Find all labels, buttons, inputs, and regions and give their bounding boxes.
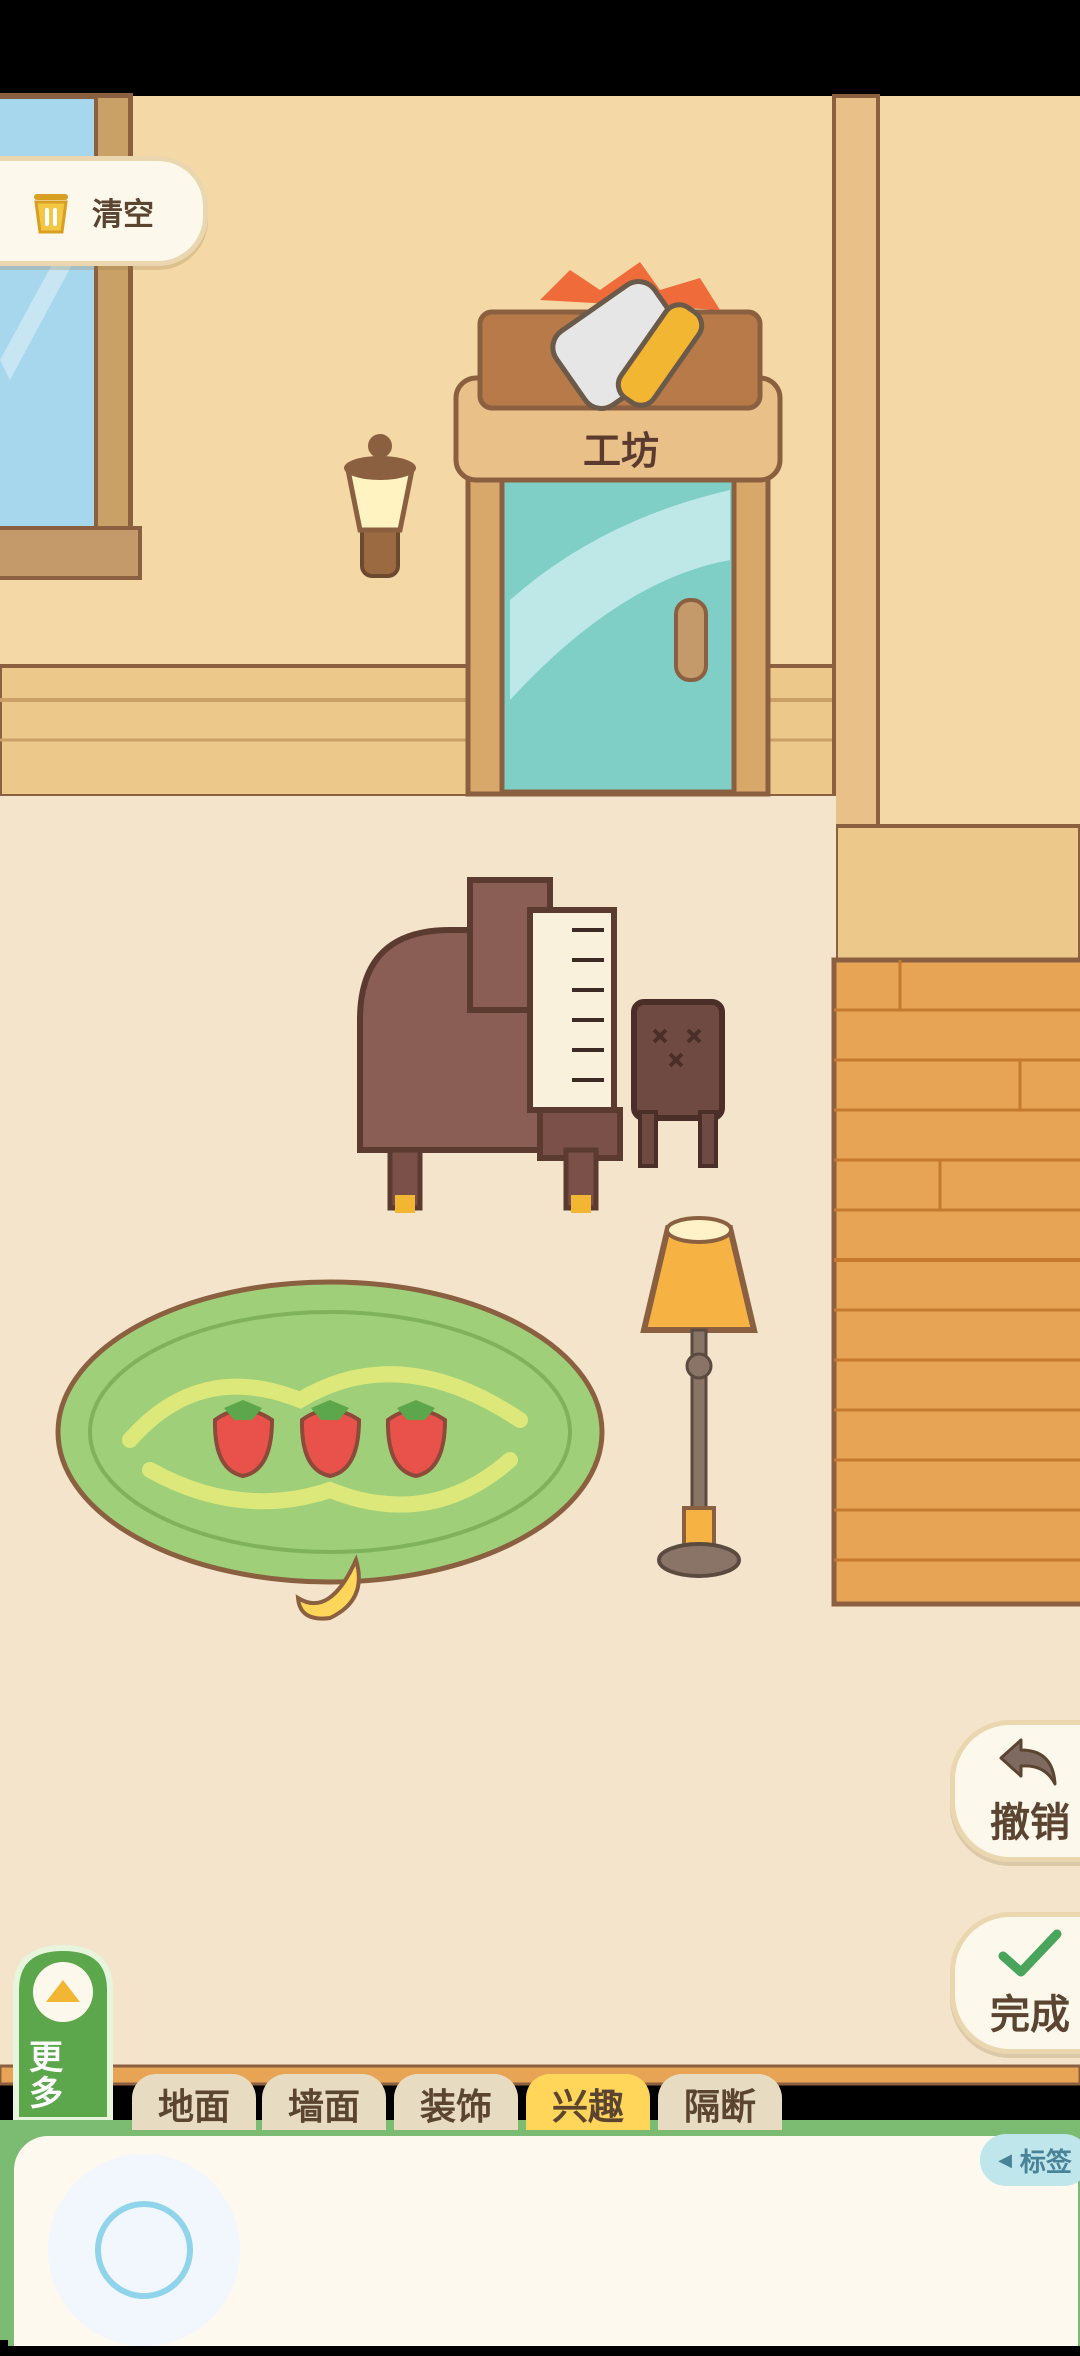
undo-button[interactable]: 撤销 [950, 1720, 1080, 1862]
undo-icon [999, 1738, 1057, 1786]
undo-label: 撤销 [990, 1800, 1070, 1846]
tab-label: 装饰 [419, 2087, 492, 2128]
tab-label: 墙面 [287, 2087, 360, 2128]
more-label: 更多 [29, 2038, 63, 2114]
done-button[interactable]: 完成 [950, 1912, 1080, 2054]
tag-button[interactable]: ◀ 标签 [980, 2134, 1080, 2186]
loading-ring-icon [48, 2154, 240, 2346]
door-sign: 工坊 [582, 429, 659, 473]
game-scene [0, 0, 1080, 2340]
item-tray[interactable] [8, 2130, 1080, 2346]
tab-label: 兴趣 [551, 2087, 624, 2128]
checkmark-icon [998, 1929, 1062, 1977]
tag-label: 标签 [1019, 2147, 1072, 2178]
strawberry-rug[interactable] [55, 1279, 605, 1585]
chevron-left-icon: ◀ [998, 2149, 1012, 2171]
done-label: 完成 [990, 1992, 1070, 2038]
clear-label: 清空 [92, 196, 154, 233]
workshop-door[interactable] [453, 262, 783, 797]
tab-floor[interactable]: 地面 [132, 2074, 256, 2134]
tab-label: 地面 [157, 2087, 230, 2128]
tab-decor[interactable]: 装饰 [394, 2074, 518, 2134]
room-canvas [0, 0, 1080, 2340]
status-bar [0, 0, 1080, 96]
clear-button[interactable]: 清空 [0, 156, 208, 266]
tab-wall[interactable]: 墙面 [262, 2074, 386, 2134]
wood-floor [831, 957, 1080, 1607]
tab-partition[interactable]: 隔断 [658, 2074, 782, 2134]
trash-icon [34, 194, 68, 234]
tab-label: 隔断 [683, 2087, 756, 2128]
tab-hobby[interactable]: 兴趣 [526, 2074, 650, 2134]
